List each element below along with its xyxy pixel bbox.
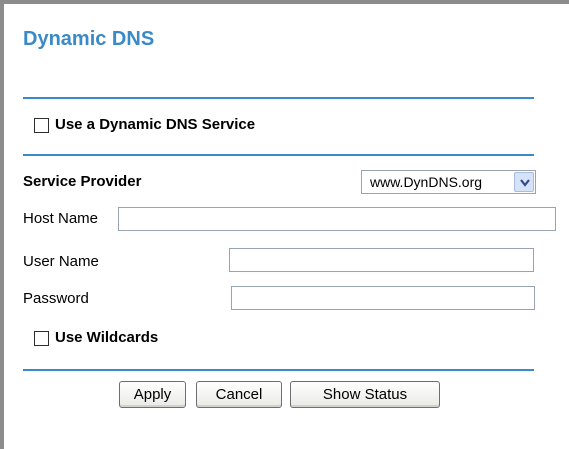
use-ddns-label: Use a Dynamic DNS Service [55,116,256,133]
divider [23,97,534,99]
divider [23,369,534,371]
use-wildcards-label: Use Wildcards [55,329,159,346]
password-label: Password [23,290,89,307]
service-provider-select[interactable]: www.DynDNS.org [361,170,536,194]
host-name-input[interactable] [118,207,556,231]
password-input[interactable] [231,286,535,310]
user-name-input[interactable] [229,248,534,272]
service-provider-label: Service Provider [23,173,142,190]
divider [23,154,534,156]
show-status-button[interactable]: Show Status [290,381,440,408]
use-wildcards-checkbox[interactable] [34,331,49,346]
apply-button[interactable]: Apply [119,381,186,408]
use-ddns-checkbox[interactable] [34,118,49,133]
user-name-label: User Name [23,253,99,270]
host-name-label: Host Name [23,210,99,227]
chevron-down-icon[interactable] [514,172,534,192]
cancel-button[interactable]: Cancel [196,381,282,408]
page-title: Dynamic DNS [23,28,155,50]
service-provider-value: www.DynDNS.org [370,174,483,190]
